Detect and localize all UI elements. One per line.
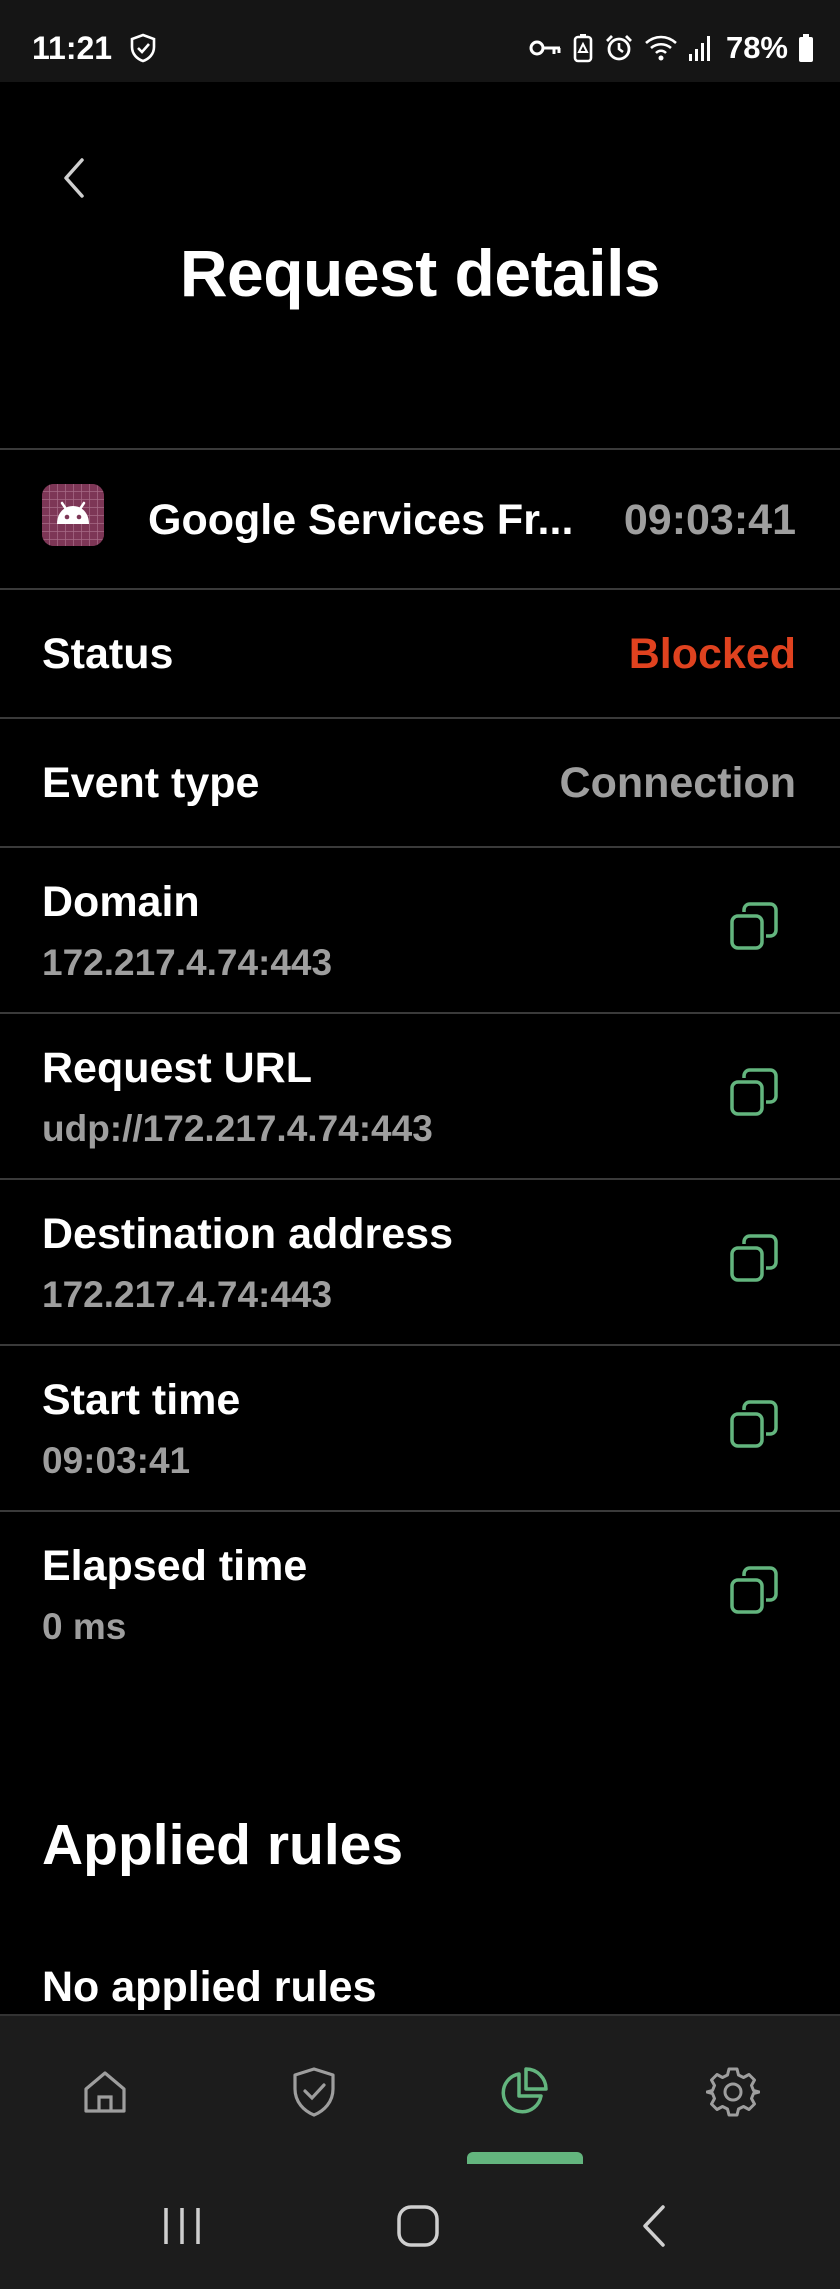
settings-gear-icon [706,2067,760,2117]
battery-percentage: 78% [725,30,788,65]
app-name: Google Services Fr... [148,496,574,544]
event-type-row: Event type Connection [0,719,840,847]
copy-button[interactable] [728,1232,780,1284]
signal-icon [688,36,710,61]
home-button[interactable] [388,2196,448,2256]
back-button-system[interactable] [624,2196,684,2256]
detail-value: 09:03:41 [42,1440,191,1481]
back-button[interactable] [50,150,98,206]
copy-icon [730,1566,778,1614]
detail-value: 0 ms [42,1606,127,1647]
vpn-key-icon [529,40,561,56]
statistics-pie-icon [501,2067,548,2114]
detail-row-elapsed-time: Elapsed time 0 ms [0,1512,840,1676]
detail-value: 172.217.4.74:443 [42,942,333,983]
status-bar: 11:21 78% [0,0,840,82]
home-icon [84,2071,126,2113]
status-time: 11:21 [32,30,113,66]
android-icon [42,484,104,546]
copy-icon [730,1400,778,1448]
wifi-icon [645,35,677,61]
back-icon [643,2205,665,2247]
applied-rules-heading: Applied rules [42,1813,404,1877]
bottom-navigation [0,2014,840,2164]
nav-protection[interactable] [286,2064,342,2120]
protection-shield-icon [293,2067,335,2117]
detail-row-domain: Domain 172.217.4.74:443 [0,848,840,1012]
detail-value: 172.217.4.74:443 [42,1274,333,1315]
battery-saver-icon [573,34,593,63]
app-request-time: 09:03:41 [623,496,796,544]
detail-label: Domain [42,878,200,926]
alarm-icon [605,35,632,61]
status-label: Status [42,630,174,678]
nav-statistics[interactable] [495,2064,551,2120]
event-type-value: Connection [559,759,796,807]
nav-home[interactable] [77,2064,133,2120]
copy-icon [730,1068,778,1116]
event-type-label: Event type [42,759,260,807]
chevron-left-icon [64,158,84,198]
page-title: Request details [179,236,661,310]
home-icon [397,2205,439,2247]
copy-button[interactable] [728,1398,780,1450]
copy-button[interactable] [728,1066,780,1118]
detail-label: Elapsed time [42,1542,308,1590]
detail-label: Destination address [42,1210,453,1258]
recents-icon [164,2208,200,2244]
detail-value: udp://172.217.4.74:443 [42,1108,433,1149]
detail-label: Request URL [42,1044,312,1092]
copy-button[interactable] [728,1564,780,1616]
detail-row-request-url: Request URL udp://172.217.4.74:443 [0,1014,840,1178]
status-value: Blocked [628,630,796,678]
recents-button[interactable] [152,2196,212,2256]
status-icons: 78% [528,28,814,68]
copy-button[interactable] [728,900,780,952]
battery-icon [799,34,813,62]
shield-icon [130,33,156,63]
detail-row-start-time: Start time 09:03:41 [0,1346,840,1510]
nav-settings[interactable] [705,2064,761,2120]
no-applied-rules-text: No applied rules [42,1963,377,2011]
active-tab-indicator [467,2152,583,2164]
detail-row-destination: Destination address 172.217.4.74:443 [0,1180,840,1344]
copy-icon [730,1234,778,1282]
system-navigation-bar [0,2164,840,2289]
app-row: Google Services Fr... 09:03:41 [0,450,840,588]
copy-icon [730,902,778,950]
status-row: Status Blocked [0,590,840,718]
detail-label: Start time [42,1376,241,1424]
